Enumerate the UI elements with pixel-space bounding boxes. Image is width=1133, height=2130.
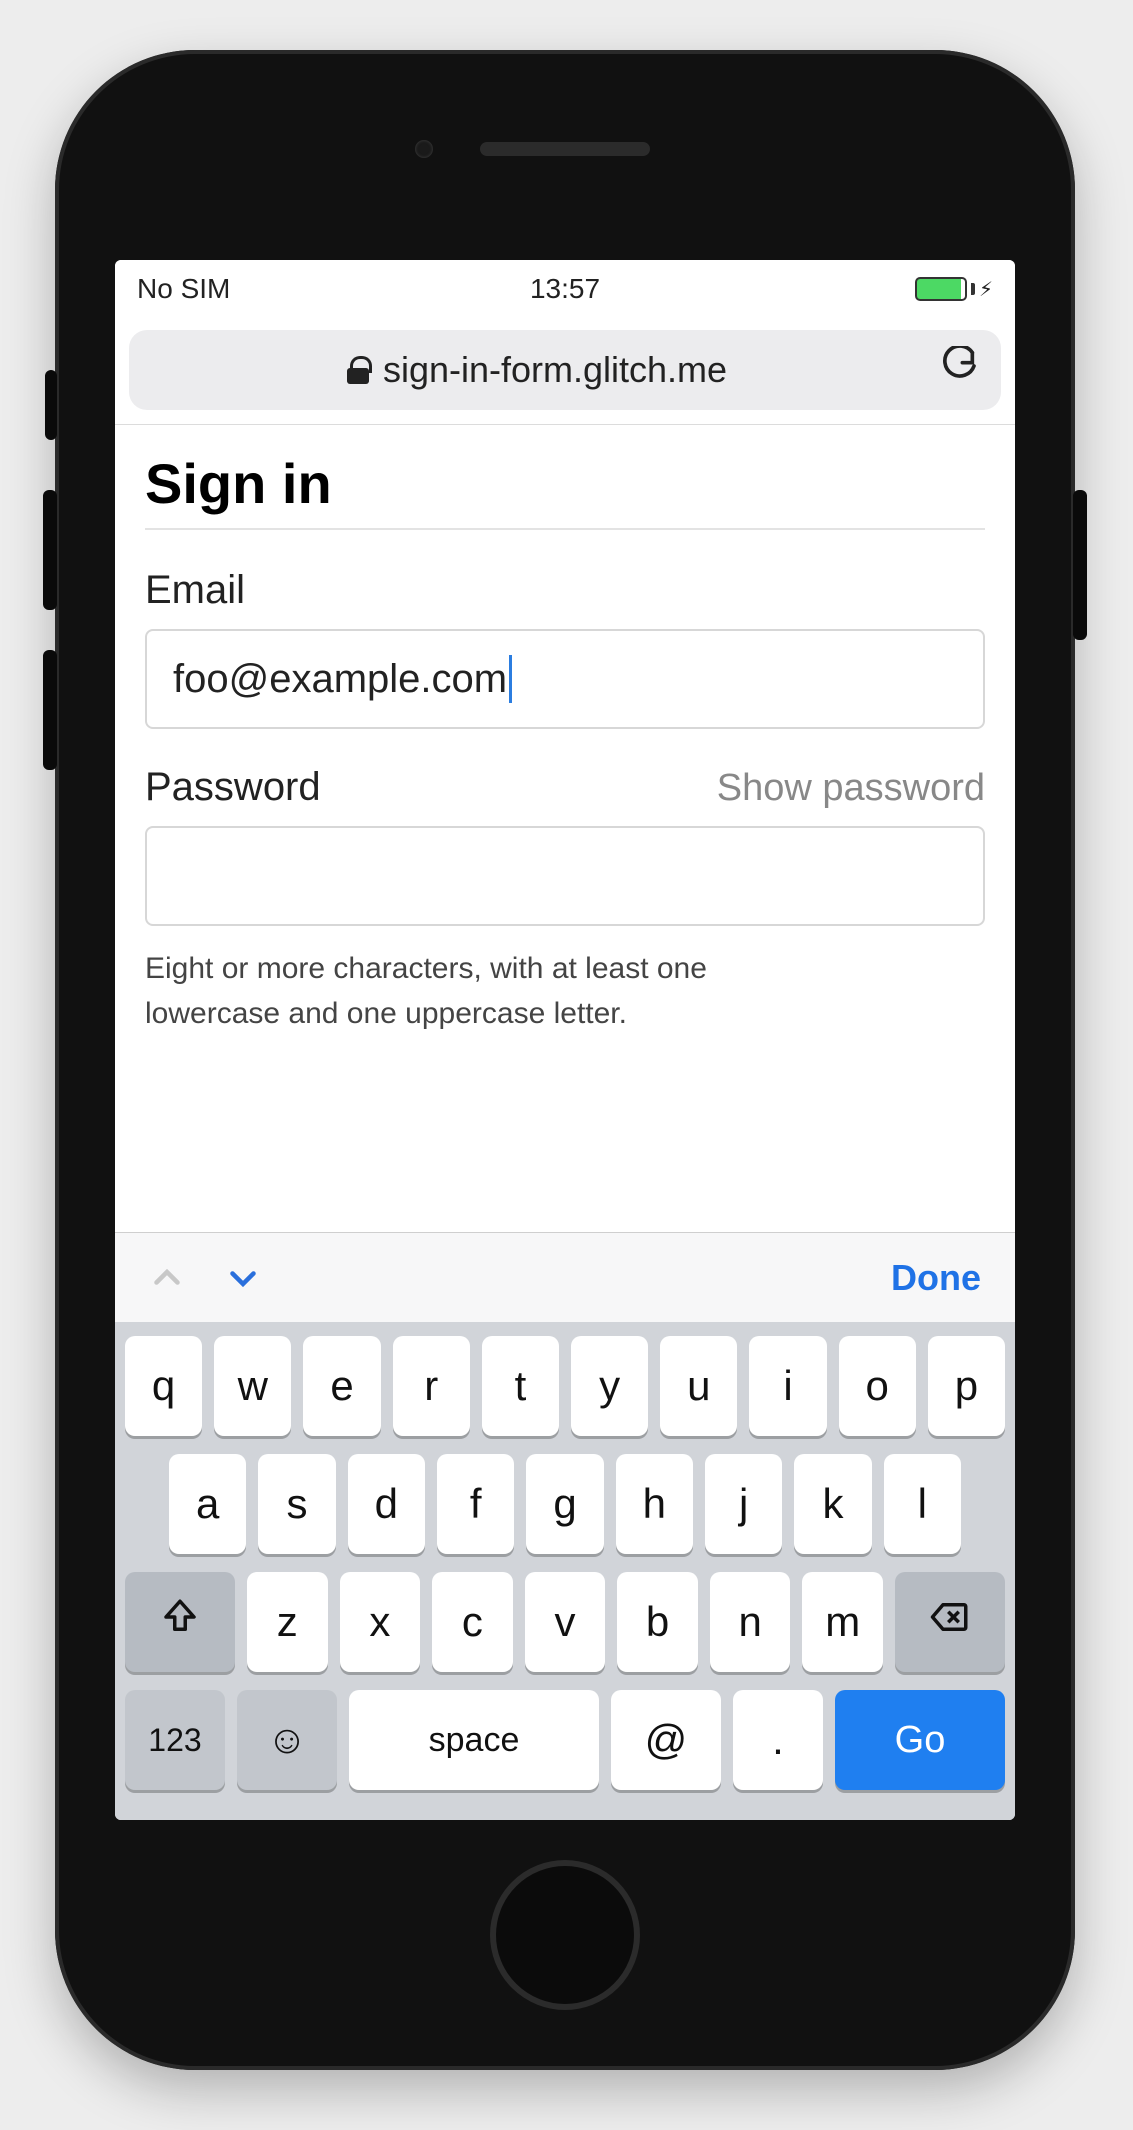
power-button [1073,490,1087,640]
go-key[interactable]: Go [835,1690,1005,1790]
key-t[interactable]: t [482,1336,559,1436]
password-input[interactable] [145,826,985,926]
charging-icon: ⚡︎ [979,277,993,302]
lock-icon [347,356,369,384]
home-button[interactable] [490,1860,640,2010]
emoji-icon: ☺ [267,1718,308,1763]
key-u[interactable]: u [660,1336,737,1436]
key-h[interactable]: h [616,1454,693,1554]
url-text: sign-in-form.glitch.me [383,349,727,391]
key-p[interactable]: p [928,1336,1005,1436]
numbers-key[interactable]: 123 [125,1690,225,1790]
key-w[interactable]: w [214,1336,291,1436]
keyboard-row-1: q w e r t y u i o p [125,1336,1005,1436]
key-r[interactable]: r [393,1336,470,1436]
mute-switch [45,370,57,440]
key-b[interactable]: b [617,1572,698,1672]
backspace-icon [929,1596,971,1648]
email-value: foo@example.com [173,657,507,702]
keyboard-done-button[interactable]: Done [891,1257,981,1299]
key-y[interactable]: y [571,1336,648,1436]
key-c[interactable]: c [432,1572,513,1672]
key-g[interactable]: g [526,1454,603,1554]
keyboard-row-3: z x c v b n m [125,1572,1005,1672]
address-bar[interactable]: sign-in-form.glitch.me [129,330,1001,410]
text-cursor [509,655,512,703]
password-label: Password [145,765,321,810]
volume-up-button [43,490,57,610]
next-field-button[interactable] [225,1260,261,1296]
key-s[interactable]: s [258,1454,335,1554]
shift-key[interactable] [125,1572,235,1672]
key-q[interactable]: q [125,1336,202,1436]
key-i[interactable]: i [749,1336,826,1436]
key-e[interactable]: e [303,1336,380,1436]
browser-chrome: sign-in-form.glitch.me [115,318,1015,425]
status-bar: No SIM 13:57 ⚡︎ [115,260,1015,318]
shift-icon [159,1596,201,1648]
backspace-key[interactable] [895,1572,1005,1672]
key-v[interactable]: v [525,1572,606,1672]
email-field-group: Email foo@example.com [145,568,985,729]
key-a[interactable]: a [169,1454,246,1554]
space-key[interactable]: space [349,1690,599,1790]
keyboard-row-4: 123 ☺ space @ . Go [125,1690,1005,1790]
key-j[interactable]: j [705,1454,782,1554]
speaker-grille [480,142,650,156]
dot-key[interactable]: . [733,1690,823,1790]
volume-down-button [43,650,57,770]
clock: 13:57 [115,273,1015,305]
key-x[interactable]: x [340,1572,421,1672]
onscreen-keyboard: q w e r t y u i o p a s d f g h j k l [115,1322,1015,1820]
battery-indicator: ⚡︎ [915,277,993,302]
front-camera [415,140,433,158]
phone-frame: No SIM 13:57 ⚡︎ sign-in-form.glitch.me [55,50,1075,2070]
key-o[interactable]: o [839,1336,916,1436]
prev-field-button [149,1260,185,1296]
key-n[interactable]: n [710,1572,791,1672]
key-k[interactable]: k [794,1454,871,1554]
screen: No SIM 13:57 ⚡︎ sign-in-form.glitch.me [115,260,1015,1820]
battery-icon [915,277,967,301]
email-label: Email [145,568,245,613]
key-z[interactable]: z [247,1572,328,1672]
at-key[interactable]: @ [611,1690,721,1790]
keyboard-row-2: a s d f g h j k l [125,1454,1005,1554]
email-input[interactable]: foo@example.com [145,629,985,729]
keyboard-accessory-bar: Done [115,1232,1015,1322]
reload-icon[interactable] [939,346,979,395]
page-title: Sign in [145,451,985,530]
show-password-toggle[interactable]: Show password [717,767,985,810]
key-m[interactable]: m [802,1572,883,1672]
page-content: Sign in Email foo@example.com Password S… [115,425,1015,1036]
password-field-group: Password Show password Eight or more cha… [145,765,985,1036]
password-hint: Eight or more characters, with at least … [145,946,785,1036]
key-d[interactable]: d [348,1454,425,1554]
key-f[interactable]: f [437,1454,514,1554]
emoji-key[interactable]: ☺ [237,1690,337,1790]
key-l[interactable]: l [884,1454,961,1554]
